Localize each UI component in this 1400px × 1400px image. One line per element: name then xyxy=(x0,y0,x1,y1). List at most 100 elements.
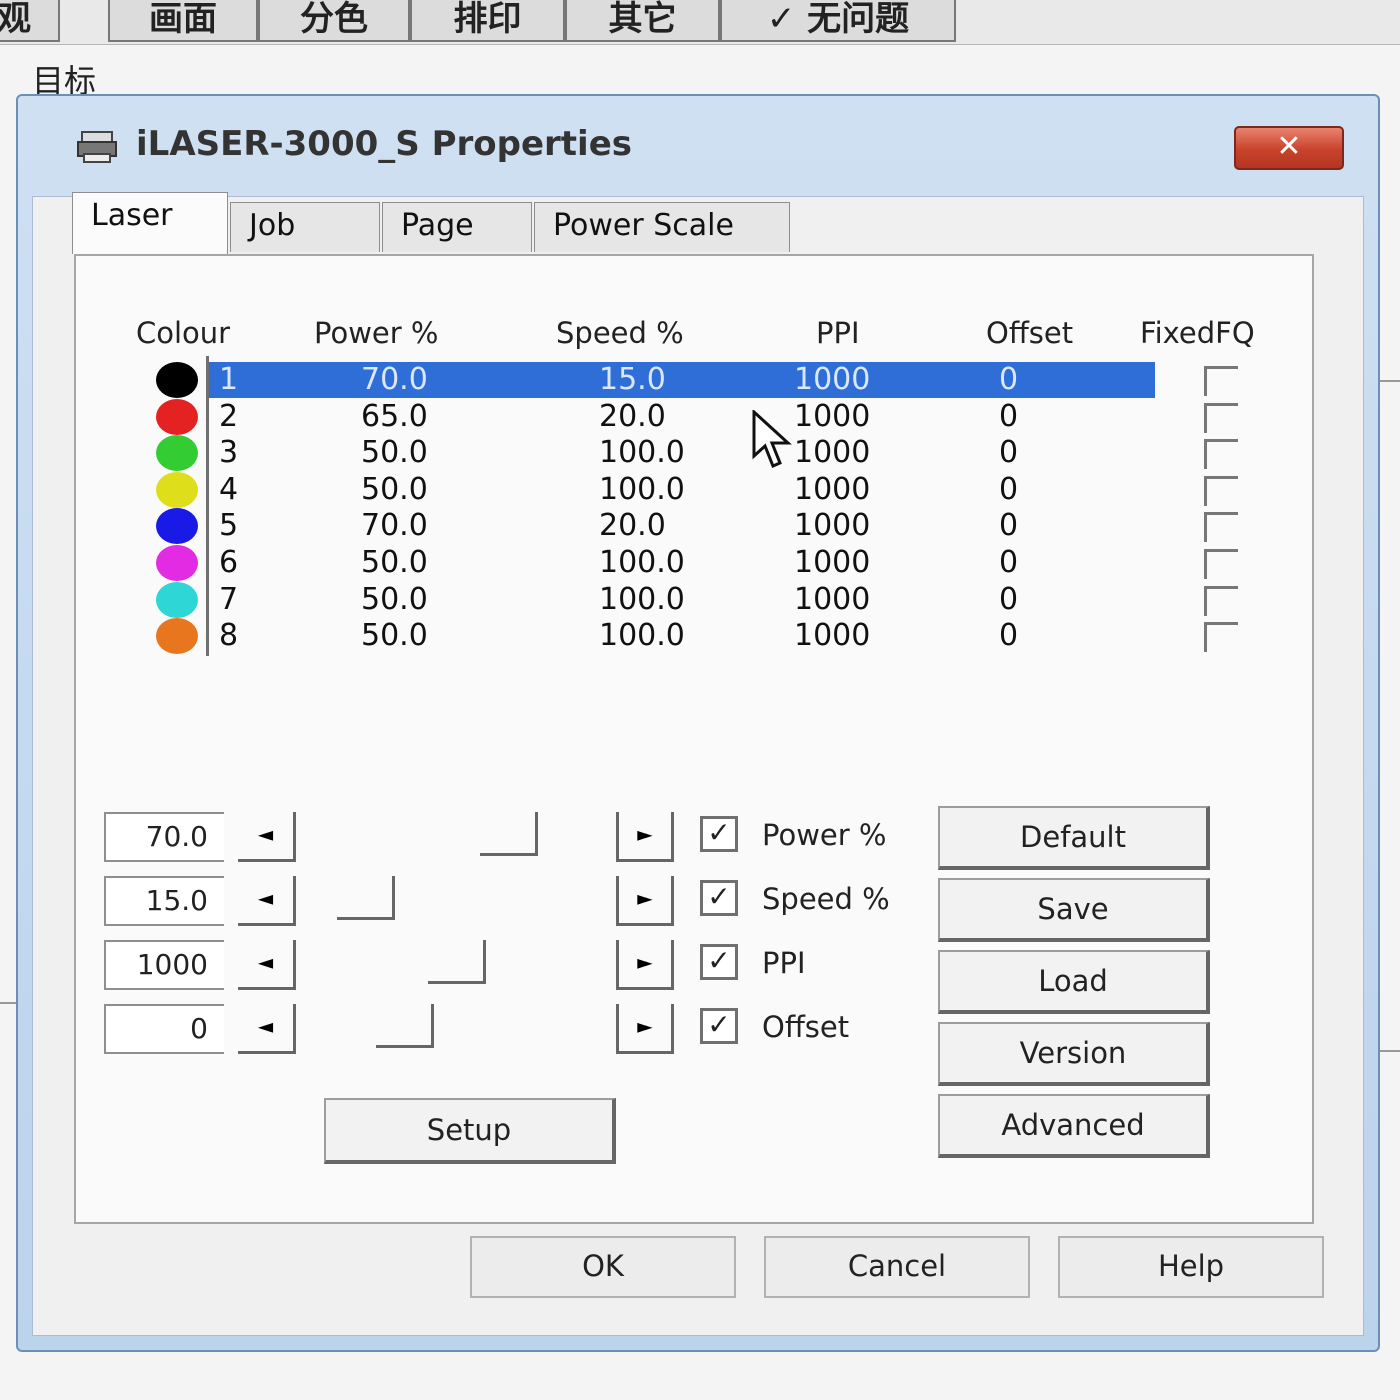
fixedfq-checkbox[interactable] xyxy=(1204,549,1238,579)
scroll-left-button[interactable]: ◄ xyxy=(238,876,296,926)
table-row[interactable]: 7 50.0 100.0 1000 0 xyxy=(209,582,1155,618)
row-index: 3 xyxy=(219,435,239,471)
mouse-pointer-icon xyxy=(752,410,792,468)
scroll-right-button[interactable]: ► xyxy=(616,812,674,862)
colour-swatch xyxy=(156,362,198,398)
bg-tab-4[interactable]: 其它 xyxy=(565,0,720,42)
background-divider xyxy=(1380,380,1400,382)
row-speed: 20.0 xyxy=(599,398,666,434)
column-header-power: Power % xyxy=(314,316,439,350)
column-header-ppi: PPI xyxy=(816,316,860,350)
row-speed: 100.0 xyxy=(599,545,685,580)
enable-checkbox[interactable]: ✓ xyxy=(700,816,738,852)
scroll-right-button[interactable]: ► xyxy=(616,876,674,926)
colour-swatch xyxy=(156,545,198,581)
pen-settings-table[interactable]: 1 70.0 15.0 1000 0 2 65.0 20.0 1000 0 3 50.0 100.0 10… xyxy=(206,356,1159,656)
laser-tab-panel: Colour Power % Speed % PPI Offset FixedF… xyxy=(74,254,1314,1224)
advanced-button[interactable]: Advanced xyxy=(938,1094,1210,1158)
colour-swatch xyxy=(156,471,198,508)
scroll-left-button[interactable]: ◄ xyxy=(238,1004,296,1054)
save-button[interactable]: Save xyxy=(938,878,1210,942)
cancel-button[interactable]: Cancel xyxy=(764,1236,1030,1298)
properties-dialog: iLASER-3000_S Properties ✕ Laser Job Pag… xyxy=(16,94,1380,1352)
colour-swatch xyxy=(156,435,198,472)
enable-checkbox[interactable]: ✓ xyxy=(700,944,738,980)
row-ppi: 1000 xyxy=(794,508,871,544)
row-offset: 0 xyxy=(999,362,1019,397)
row-offset: 0 xyxy=(999,435,1019,471)
row-power: 50.0 xyxy=(361,618,428,654)
colour-swatch xyxy=(156,398,198,435)
value-field[interactable]: 0 xyxy=(104,1004,224,1054)
table-row[interactable]: 3 50.0 100.0 1000 0 xyxy=(209,435,1155,471)
row-power: 70.0 xyxy=(361,508,428,544)
table-row[interactable]: 1 70.0 15.0 1000 0 xyxy=(209,362,1155,398)
column-header-colour: Colour xyxy=(136,316,231,350)
enable-checkbox[interactable]: ✓ xyxy=(700,1008,738,1044)
enable-checkbox[interactable]: ✓ xyxy=(700,880,738,916)
value-field[interactable]: 70.0 xyxy=(104,812,224,862)
row-index: 5 xyxy=(219,508,239,544)
default-button[interactable]: Default xyxy=(938,806,1210,870)
help-button[interactable]: Help xyxy=(1058,1236,1324,1298)
load-button[interactable]: Load xyxy=(938,950,1210,1014)
bg-tab-5[interactable]: ✓ 无问题 xyxy=(720,0,956,42)
background-divider xyxy=(1380,1050,1400,1052)
row-speed: 100.0 xyxy=(599,471,685,507)
tab-job[interactable]: Job xyxy=(230,202,380,252)
fixedfq-checkbox[interactable] xyxy=(1204,402,1238,433)
fixedfq-checkbox[interactable] xyxy=(1204,439,1238,470)
bg-tab-3[interactable]: 排印 xyxy=(410,0,565,42)
scroll-left-button[interactable]: ◄ xyxy=(238,940,296,990)
tab-page[interactable]: Page xyxy=(382,202,532,252)
row-index: 7 xyxy=(219,581,239,617)
row-power: 50.0 xyxy=(361,581,428,617)
row-speed: 100.0 xyxy=(599,618,685,654)
table-row[interactable]: 8 50.0 100.0 1000 0 xyxy=(209,618,1155,654)
scroll-left-button[interactable]: ◄ xyxy=(238,812,296,862)
scroll-right-button[interactable]: ► xyxy=(616,940,674,990)
column-header-offset: Offset xyxy=(986,316,1074,350)
setup-button[interactable]: Setup xyxy=(324,1098,616,1164)
close-button[interactable]: ✕ xyxy=(1234,126,1344,170)
row-offset: 0 xyxy=(999,581,1019,617)
row-speed: 20.0 xyxy=(599,508,666,544)
slider-thumb[interactable] xyxy=(376,1004,434,1048)
slider-thumb[interactable] xyxy=(428,940,486,984)
background-divider xyxy=(0,1002,16,1004)
title-bar[interactable]: iLASER-3000_S Properties ✕ xyxy=(18,96,1378,196)
fixedfq-checkbox[interactable] xyxy=(1204,622,1238,653)
row-index: 2 xyxy=(219,398,239,434)
table-row[interactable]: 6 50.0 100.0 1000 0 xyxy=(209,545,1155,581)
row-offset: 0 xyxy=(999,508,1019,544)
version-button[interactable]: Version xyxy=(938,1022,1210,1086)
value-field[interactable]: 15.0 xyxy=(104,876,224,926)
bg-tab-2[interactable]: 分色 xyxy=(258,0,410,42)
table-row[interactable]: 5 70.0 20.0 1000 0 xyxy=(209,508,1155,544)
row-ppi: 1000 xyxy=(794,618,871,654)
background-toolbar: 观 画面 分色 排印 其它 ✓ 无问题 xyxy=(0,0,1400,45)
fixedfq-checkbox[interactable] xyxy=(1204,512,1238,543)
checkbox-label: PPI xyxy=(762,946,806,980)
fixedfq-checkbox[interactable] xyxy=(1204,366,1238,396)
table-row[interactable]: 4 50.0 100.0 1000 0 xyxy=(209,472,1155,508)
scroll-right-button[interactable]: ► xyxy=(616,1004,674,1054)
fixedfq-checkbox[interactable] xyxy=(1204,585,1238,616)
tab-laser[interactable]: Laser xyxy=(72,192,228,254)
row-offset: 0 xyxy=(999,398,1019,434)
row-ppi: 1000 xyxy=(794,545,871,580)
bg-tab-1[interactable]: 画面 xyxy=(108,0,258,42)
table-row[interactable]: 2 65.0 20.0 1000 0 xyxy=(209,399,1155,435)
tab-power-scale[interactable]: Power Scale xyxy=(534,202,790,252)
row-index: 6 xyxy=(219,545,239,580)
row-offset: 0 xyxy=(999,545,1019,580)
ok-button[interactable]: OK xyxy=(470,1236,736,1298)
fixedfq-checkbox[interactable] xyxy=(1204,475,1238,506)
dialog-title: iLASER-3000_S Properties xyxy=(136,124,633,164)
row-index: 8 xyxy=(219,618,239,654)
value-field[interactable]: 1000 xyxy=(104,940,224,990)
row-power: 50.0 xyxy=(361,545,428,580)
slider-thumb[interactable] xyxy=(480,812,538,856)
slider-thumb[interactable] xyxy=(337,876,395,920)
bg-tab-0[interactable]: 观 xyxy=(0,0,60,42)
